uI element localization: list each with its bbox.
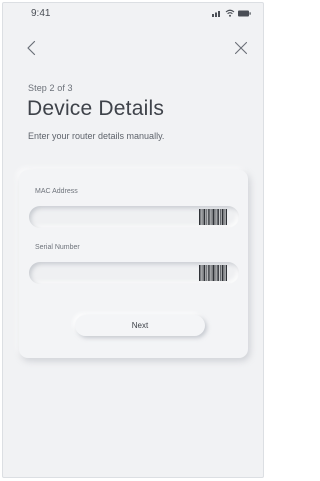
chevron-left-icon [27, 40, 36, 56]
barcode-scan-icon [199, 265, 227, 281]
serial-scan-button[interactable] [199, 265, 227, 281]
mac-address-label: MAC Address [35, 188, 78, 195]
status-time: 9:41 [31, 8, 51, 19]
mac-address-field [29, 206, 239, 228]
close-button[interactable] [233, 40, 249, 56]
status-icons [212, 9, 251, 17]
next-button[interactable]: Next [75, 315, 205, 336]
barcode-scan-icon [199, 209, 227, 225]
serial-number-label: Serial Number [35, 244, 80, 251]
page-title: Device Details [27, 97, 165, 120]
close-icon [234, 41, 248, 55]
serial-number-input[interactable] [39, 262, 199, 284]
page-subtitle: Enter your router details manually. [28, 131, 165, 141]
back-button[interactable] [23, 39, 41, 57]
signal-icon [212, 9, 222, 17]
status-bar: 9:41 [3, 3, 263, 25]
battery-icon [238, 10, 251, 17]
phone-screen: 9:41 Step 2 of 3 Device Details Enter yo… [2, 2, 264, 478]
serial-number-field [29, 262, 239, 284]
mac-scan-button[interactable] [199, 209, 227, 225]
wifi-icon [225, 9, 235, 17]
device-details-card: MAC Address Serial Number Next [19, 170, 248, 358]
step-indicator: Step 2 of 3 [28, 83, 73, 93]
mac-address-input[interactable] [39, 206, 199, 228]
